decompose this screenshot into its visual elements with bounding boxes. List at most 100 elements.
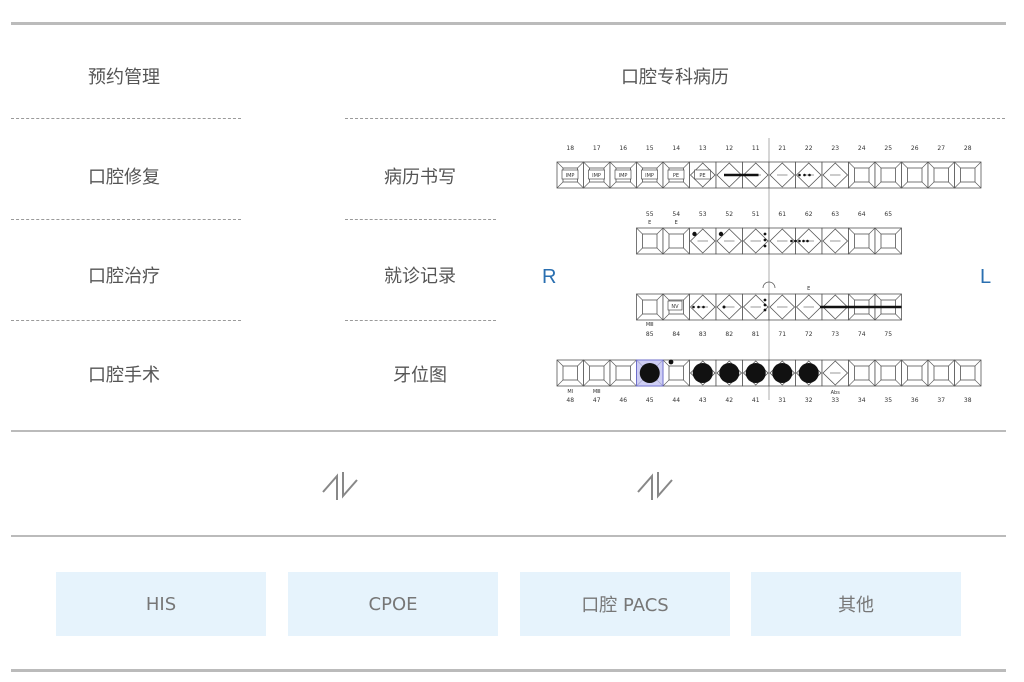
tooth: [821, 161, 849, 189]
tooth-number: 48: [566, 397, 574, 404]
tooth-tag: IMP: [566, 173, 575, 179]
marker-dot: [806, 239, 809, 243]
tooth-number: 53: [699, 211, 707, 218]
tooth-mark: E: [807, 286, 810, 292]
divider: [11, 118, 241, 119]
tooth-tag: PE: [673, 173, 679, 179]
tooth-number: 46: [619, 397, 627, 404]
marker-dot: [763, 244, 767, 248]
tooth-number: 33: [831, 397, 839, 404]
tooth-number: 24: [858, 145, 866, 152]
tooth-tag: NV: [671, 304, 679, 310]
extraction-dot: [745, 363, 766, 383]
tooth-number: 28: [964, 145, 972, 152]
tooth-number: 16: [619, 145, 627, 152]
tooth: [927, 161, 955, 189]
middle-rule: [11, 430, 1006, 432]
tooth: [927, 359, 955, 387]
tooth: [874, 359, 902, 387]
extraction-dot: [692, 363, 713, 383]
marker-dot: [808, 173, 811, 177]
tooth: [662, 359, 690, 387]
tooth-note: MⅢ: [593, 389, 601, 395]
tooth-number: 21: [778, 145, 786, 152]
system-other-button[interactable]: 其他: [751, 572, 961, 636]
tooth-number: 34: [858, 397, 866, 404]
marker-dot: [722, 305, 726, 309]
tooth: [742, 293, 770, 321]
tooth-tag: PE: [699, 173, 705, 179]
divider: [345, 320, 496, 321]
tooth-tag: IMP: [592, 173, 601, 179]
tooth-mark: E: [675, 220, 678, 226]
system-his-button[interactable]: HIS: [56, 572, 266, 636]
marker-dot: [763, 308, 767, 312]
module-surgery[interactable]: 口腔手术: [64, 361, 184, 387]
system-cpoe-button[interactable]: CPOE: [288, 572, 498, 636]
tooth-number: 47: [593, 397, 601, 404]
tooth-number: 13: [699, 145, 707, 152]
tooth-number: 27: [937, 145, 945, 152]
extraction-dot: [639, 363, 660, 383]
top-rule: [11, 22, 1006, 25]
tooth-number: 31: [778, 397, 786, 404]
tooth-number: 25: [884, 145, 892, 152]
tooth-number: 15: [646, 145, 654, 152]
tooth: [848, 161, 876, 189]
odontogram-chart: 18 17 16 15 14 13 12 11 21 22 23 24 25 26 27 28 IMP IMP IM…: [556, 138, 982, 404]
tooth: [609, 359, 637, 387]
tooth-number: 43: [699, 397, 707, 404]
tooth-number: 61: [778, 211, 786, 218]
tooth-number: 73: [831, 331, 839, 338]
tooth: [954, 161, 982, 189]
module-treatment[interactable]: 口腔治疗: [64, 262, 184, 288]
tooth-number: 62: [805, 211, 813, 218]
tooth: [821, 359, 849, 387]
tooth-number: 36: [911, 397, 919, 404]
marker-dot: [763, 298, 767, 302]
tooth: [848, 359, 876, 387]
module-tooth-chart[interactable]: 牙位图: [360, 361, 480, 387]
extraction-dot: [798, 363, 819, 383]
tooth-note: MⅠ: [567, 389, 573, 395]
tooth-tag: IMP: [645, 173, 654, 179]
module-record-writing[interactable]: 病历书写: [360, 163, 480, 189]
marker-dot: [798, 173, 801, 177]
tooth: [689, 227, 717, 255]
tooth-number: 63: [831, 211, 839, 218]
tooth: [556, 359, 584, 387]
tooth-number: 55: [646, 211, 654, 218]
divider: [345, 118, 1005, 119]
tooth-number: 72: [805, 331, 813, 338]
tooth: [583, 359, 611, 387]
tooth-number: 44: [672, 397, 680, 404]
marker-dot: [668, 359, 674, 365]
marker-dot: [763, 303, 767, 307]
tooth-mark: E: [648, 220, 651, 226]
tooth-number: 41: [752, 397, 760, 404]
marker-dot: [763, 238, 767, 242]
tooth-number: 54: [672, 211, 680, 218]
module-visit-records[interactable]: 就诊记录: [360, 262, 480, 288]
tooth-number: 26: [911, 145, 919, 152]
system-pacs-button[interactable]: 口腔 PACS: [520, 572, 730, 636]
tooth: [715, 227, 743, 255]
lower-rule: [11, 535, 1006, 537]
marker-dot: [718, 231, 724, 237]
tooth-number: 75: [884, 331, 892, 338]
marker-dot: [763, 232, 767, 236]
tooth-number: 14: [672, 145, 680, 152]
tooth-number: 82: [725, 331, 733, 338]
module-appointment[interactable]: 预约管理: [64, 63, 184, 89]
sync-arrows-icon: [322, 472, 358, 500]
tooth-number: 38: [964, 397, 972, 404]
tooth: [768, 161, 796, 189]
marker-dot: [794, 239, 797, 243]
sync-arrows-icon: [637, 472, 673, 500]
tooth-number: 64: [858, 211, 866, 218]
tooth-number: 37: [937, 397, 945, 404]
module-prosthodontics[interactable]: 口腔修复: [64, 163, 184, 189]
tooth: [636, 293, 664, 321]
marker-dot: [697, 305, 700, 309]
tooth: [795, 293, 823, 321]
